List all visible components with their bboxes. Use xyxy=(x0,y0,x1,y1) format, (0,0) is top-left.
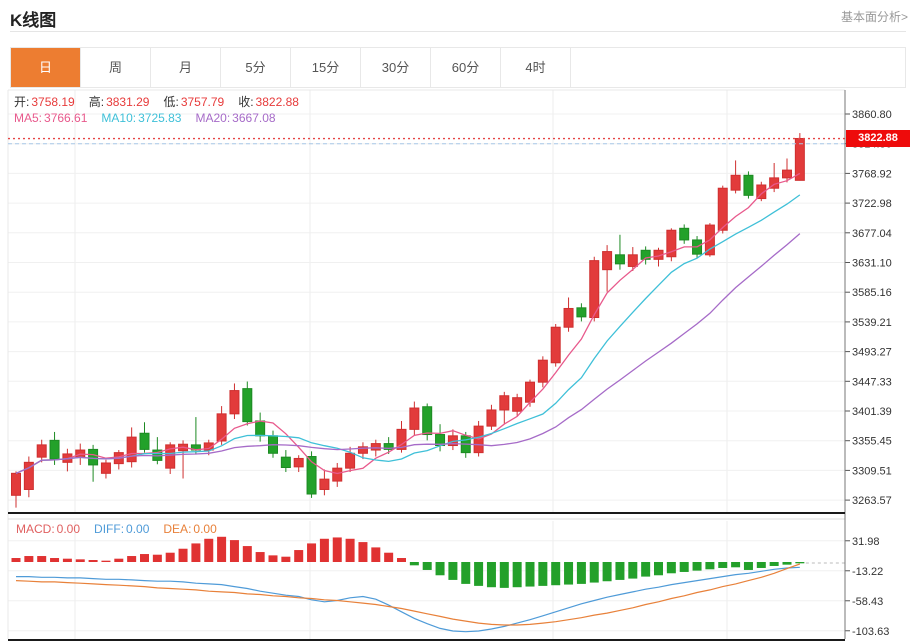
tab-1[interactable]: 周 xyxy=(81,48,151,87)
legend-value: 0.00 xyxy=(57,522,80,536)
ma-info-row: MA5:3766.61 MA10:3725.83 MA20:3667.08 xyxy=(14,111,290,125)
legend-value: 0.00 xyxy=(126,522,149,536)
last-price-badge: 3822.88 xyxy=(846,130,910,147)
svg-text:3355.45: 3355.45 xyxy=(852,436,892,448)
header-divider xyxy=(10,31,906,32)
svg-text:3631.10: 3631.10 xyxy=(852,258,892,270)
svg-text:3722.98: 3722.98 xyxy=(852,198,892,210)
ma-lines xyxy=(16,173,800,473)
interval-tabbar: 日周月5分15分30分60分4时 xyxy=(10,47,906,88)
tab-4[interactable]: 15分 xyxy=(291,48,361,87)
svg-text:-103.63: -103.63 xyxy=(852,626,889,638)
tab-2[interactable]: 月 xyxy=(151,48,221,87)
svg-text:3447.33: 3447.33 xyxy=(852,376,892,388)
tab-0[interactable]: 日 xyxy=(11,48,81,87)
candlesticks xyxy=(12,133,805,508)
svg-text:31.98: 31.98 xyxy=(852,536,880,548)
kline-page: 3860.803814.863768.923722.983677.043631.… xyxy=(0,0,914,642)
svg-text:-58.43: -58.43 xyxy=(852,596,883,608)
macd-info-row: MACD:0.00DIFF:0.00DEA:0.00 xyxy=(16,522,231,536)
legend-value: 3831.29 xyxy=(106,95,149,109)
legend-value: 3725.83 xyxy=(138,111,181,125)
legend-label: DIFF: xyxy=(94,522,124,536)
svg-text:3309.51: 3309.51 xyxy=(852,465,892,477)
legend-value: 3757.79 xyxy=(181,95,224,109)
fundamental-analysis-link[interactable]: 基本面分析> xyxy=(841,8,908,25)
svg-text:3539.21: 3539.21 xyxy=(852,317,892,329)
svg-text:3263.57: 3263.57 xyxy=(852,495,892,507)
svg-text:3677.04: 3677.04 xyxy=(852,228,892,240)
tab-7[interactable]: 4时 xyxy=(501,48,571,87)
tab-3[interactable]: 5分 xyxy=(221,48,291,87)
legend-label: 高: xyxy=(89,95,104,109)
legend-label: MA5: xyxy=(14,111,42,125)
legend-value: 3822.88 xyxy=(256,95,299,109)
svg-text:3860.80: 3860.80 xyxy=(852,109,892,121)
legend-label: MA10: xyxy=(101,111,136,125)
legend-value: 3667.08 xyxy=(232,111,275,125)
page-title: K线图 xyxy=(10,6,56,31)
legend-value: 3766.61 xyxy=(44,111,87,125)
legend-label: MA20: xyxy=(195,111,230,125)
svg-text:3493.27: 3493.27 xyxy=(852,347,892,359)
ohlc-info-row: 开:3758.19 高:3831.29 低:3757.79 收:3822.88 xyxy=(14,93,313,110)
svg-text:-13.22: -13.22 xyxy=(852,566,883,578)
dea-line xyxy=(16,564,800,625)
svg-text:3585.16: 3585.16 xyxy=(852,287,892,299)
tab-6[interactable]: 60分 xyxy=(431,48,501,87)
legend-label: 收: xyxy=(238,95,253,109)
legend-label: MACD: xyxy=(16,522,55,536)
legend-label: DEA: xyxy=(163,522,191,536)
legend-label: 开: xyxy=(14,95,29,109)
y-axis-labels: 3860.803814.863768.923722.983677.043631.… xyxy=(845,109,892,638)
diff-line xyxy=(16,567,800,631)
svg-text:3768.92: 3768.92 xyxy=(852,168,892,180)
svg-text:3401.39: 3401.39 xyxy=(852,406,892,418)
legend-value: 3758.19 xyxy=(31,95,74,109)
legend-value: 0.00 xyxy=(193,522,216,536)
tab-5[interactable]: 30分 xyxy=(361,48,431,87)
legend-label: 低: xyxy=(163,95,178,109)
